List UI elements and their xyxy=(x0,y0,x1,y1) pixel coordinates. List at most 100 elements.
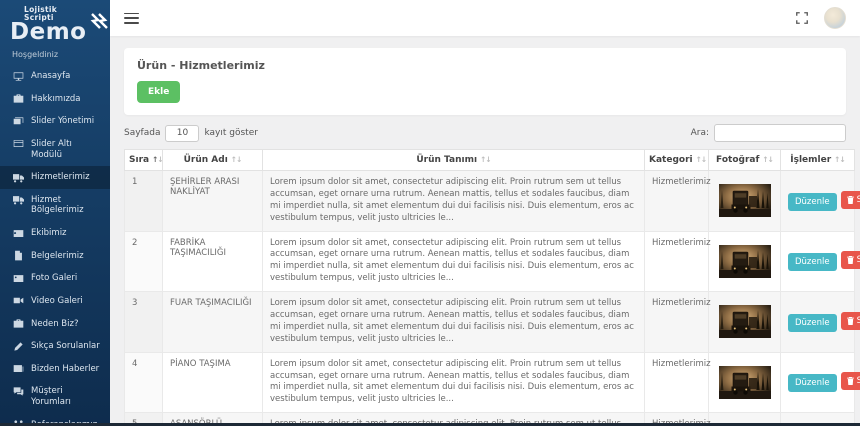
cell-product-name: FUAR TAŞIMACILIĞI xyxy=(163,292,263,353)
column-header-4[interactable]: Kategori↑↓ xyxy=(645,150,709,171)
column-header-2[interactable]: Ürün Adı↑↓ xyxy=(163,150,263,171)
logo[interactable]: Lojistik Scripti Demo xyxy=(0,0,110,46)
page-header-card: Ürün - Hizmetlerimiz Ekle xyxy=(124,48,846,115)
column-label: Ürün Tanımı xyxy=(416,155,477,165)
delete-button[interactable]: Sil xyxy=(841,372,860,390)
delete-button[interactable]: Sil xyxy=(841,251,860,269)
sidebar-item-hizmet-bolgelerimiz[interactable]: Hizmet Bölgelerimiz xyxy=(0,189,110,222)
delete-button[interactable]: Sil xyxy=(841,191,860,209)
table-body: 1ŞEHİRLER ARASI NAKLİYATLorem ipsum dolo… xyxy=(125,171,855,426)
sidebar-item-label: Bizden Haberler xyxy=(31,364,99,375)
sort-icon: ↑↓ xyxy=(696,155,707,164)
add-button[interactable]: Ekle xyxy=(137,81,180,103)
sort-icon: ↑↓ xyxy=(834,155,845,164)
table-controls: Sayfada kayıt göster Ara: xyxy=(124,124,846,142)
menu-toggle-icon[interactable] xyxy=(124,13,139,24)
cell-category: Hizmetlerimiz xyxy=(645,352,709,413)
sidebar-item-hakkimizda[interactable]: Hakkımızda xyxy=(0,88,110,111)
truck-icon xyxy=(12,172,24,182)
product-photo-thumbnail[interactable] xyxy=(719,317,771,327)
logo-title: Demo xyxy=(10,21,86,44)
images-icon xyxy=(12,116,24,126)
cell-actions: DüzenleSil xyxy=(781,171,855,232)
column-label: Ürün Adı xyxy=(184,155,228,165)
cell-order: 4 xyxy=(125,352,163,413)
search-control: Ara: xyxy=(691,124,846,142)
cell-actions: DüzenleSil xyxy=(781,231,855,292)
cell-category: Hizmetlerimiz xyxy=(645,231,709,292)
sidebar-item-label: Ekibimiz xyxy=(31,228,67,239)
cell-product-description: Lorem ipsum dolor sit amet, consectetur … xyxy=(263,171,645,232)
trash-icon xyxy=(847,377,854,385)
column-header-1[interactable]: Sıra↑↓ xyxy=(125,150,163,171)
sidebar-item-neden-biz[interactable]: Neden Biz? xyxy=(0,313,110,336)
desktop-icon xyxy=(12,71,24,81)
cell-order: 2 xyxy=(125,231,163,292)
search-input[interactable] xyxy=(714,124,846,142)
cell-actions: DüzenleSil xyxy=(781,352,855,413)
delete-button[interactable]: Sil xyxy=(841,312,860,330)
file-icon xyxy=(12,251,24,261)
sidebar-item-foto-galeri[interactable]: Foto Galeri xyxy=(0,267,110,290)
welcome-text: Hoşgeldiniz xyxy=(0,46,110,65)
edit-button[interactable]: Düzenle xyxy=(788,314,837,332)
sidebar-item-label: Slider Altı Modülü xyxy=(31,139,102,160)
briefcase-icon xyxy=(12,94,24,104)
cell-photo xyxy=(709,171,781,232)
sidebar-item-slider-alti-modulu[interactable]: Slider Altı Modülü xyxy=(0,133,110,166)
sidebar-item-label: Sıkça Sorulanlar xyxy=(31,341,100,352)
sidebar-item-ekibimiz[interactable]: Ekibimiz xyxy=(0,222,110,245)
sidebar-item-anasayfa[interactable]: Anasayfa xyxy=(0,65,110,88)
cell-product-description: Lorem ipsum dolor sit amet, consectetur … xyxy=(263,231,645,292)
sidebar-item-label: Neden Biz? xyxy=(31,319,78,330)
sidebar-item-label: Anasayfa xyxy=(31,71,70,82)
sidebar-item-bizden-haberler[interactable]: Bizden Haberler xyxy=(0,358,110,381)
cell-product-description: Lorem ipsum dolor sit amet, consectetur … xyxy=(263,352,645,413)
sidebar-item-label: Hizmet Bölgelerimiz xyxy=(31,195,102,216)
user-avatar[interactable] xyxy=(824,7,846,29)
sidebar-item-hizmetlerimiz[interactable]: Hizmetlerimiz xyxy=(0,166,110,189)
product-photo-thumbnail[interactable] xyxy=(719,196,771,206)
photo-icon xyxy=(12,273,24,283)
edit-button[interactable]: Düzenle xyxy=(788,374,837,392)
sidebar-item-musteri-yorumlari[interactable]: Müşteri Yorumları xyxy=(0,380,110,413)
column-header-3[interactable]: Ürün Tanımı↑↓ xyxy=(263,150,645,171)
page-size-prefix-label: Sayfada xyxy=(124,128,160,138)
sidebar-item-label: Müşteri Yorumları xyxy=(31,386,102,407)
column-label: Fotoğraf xyxy=(716,155,759,165)
fullscreen-icon[interactable] xyxy=(796,9,808,28)
sidebar-item-belgelerimiz[interactable]: Belgelerimiz xyxy=(0,245,110,268)
trash-icon xyxy=(847,317,854,325)
edit-button[interactable]: Düzenle xyxy=(788,253,837,271)
column-header-6[interactable]: İşlemler↑↓ xyxy=(781,150,855,171)
cell-category: Hizmetlerimiz xyxy=(645,292,709,353)
cell-order: 1 xyxy=(125,171,163,232)
lightning-bolt-icon xyxy=(88,12,108,36)
search-label: Ara: xyxy=(691,128,709,138)
table-row: 4PİANO TAŞIMALorem ipsum dolor sit amet,… xyxy=(125,352,855,413)
video-icon xyxy=(12,296,24,306)
column-header-5[interactable]: Fotoğraf↑↓ xyxy=(709,150,781,171)
sidebar-item-slider-yonetimi[interactable]: Slider Yönetimi xyxy=(0,110,110,133)
page-size-control: Sayfada kayıt göster xyxy=(124,125,258,142)
sort-icon: ↑↓ xyxy=(480,155,491,164)
window-icon xyxy=(12,139,24,149)
content: Ürün - Hizmetlerimiz Ekle Sayfada kayıt … xyxy=(110,36,860,426)
services-table: Sıra↑↓Ürün Adı↑↓Ürün Tanımı↑↓Kategori↑↓F… xyxy=(124,149,855,426)
product-photo-thumbnail[interactable] xyxy=(719,378,771,388)
page-size-input[interactable] xyxy=(165,125,199,142)
briefcase-icon xyxy=(12,319,24,329)
sidebar-item-video-galeri[interactable]: Video Galeri xyxy=(0,290,110,313)
main-area: Ürün - Hizmetlerimiz Ekle Sayfada kayıt … xyxy=(110,0,860,426)
cell-order: 3 xyxy=(125,292,163,353)
topbar xyxy=(110,0,860,36)
product-photo-thumbnail[interactable] xyxy=(719,257,771,267)
table-row: 2FABRİKA TAŞIMACILIĞILorem ipsum dolor s… xyxy=(125,231,855,292)
edit-button[interactable]: Düzenle xyxy=(788,193,837,211)
cell-product-description: Lorem ipsum dolor sit amet, consectetur … xyxy=(263,292,645,353)
app-window: Lojistik Scripti Demo Hoşgeldiniz Anasay… xyxy=(0,0,860,426)
sidebar: Lojistik Scripti Demo Hoşgeldiniz Anasay… xyxy=(0,0,110,426)
cell-category: Hizmetlerimiz xyxy=(645,171,709,232)
page-size-suffix-label: kayıt göster xyxy=(204,128,257,138)
sidebar-item-sikca-sorulanlar[interactable]: Sıkça Sorulanlar xyxy=(0,335,110,358)
